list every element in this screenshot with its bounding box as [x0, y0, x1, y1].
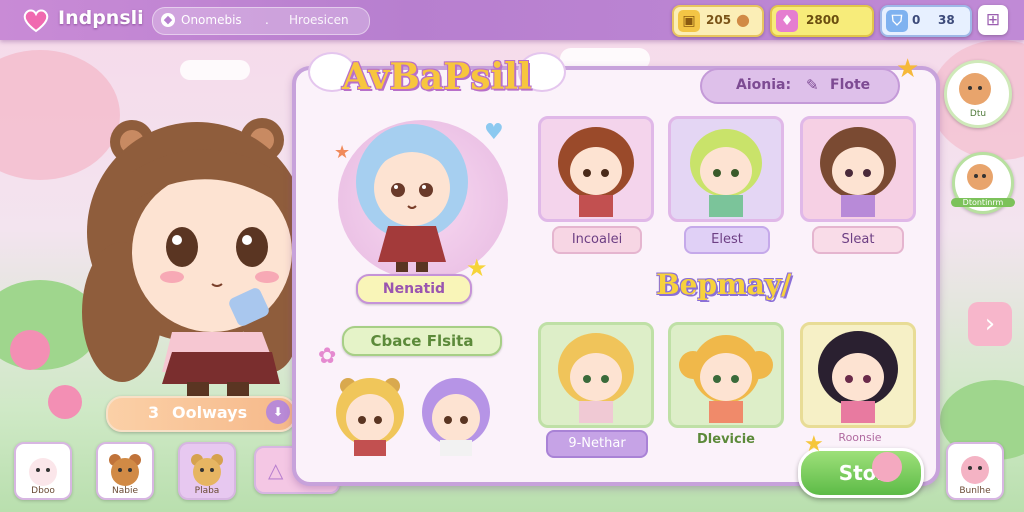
star-icon: ★: [804, 432, 824, 457]
card-label: Sleat: [812, 226, 904, 254]
slot-pig[interactable]: Bunlhe: [946, 442, 1004, 500]
star-icon: ★: [466, 254, 488, 282]
coin-box-icon: ▣: [678, 10, 700, 32]
character-portrait: [679, 335, 773, 423]
character-card-dark[interactable]: [800, 322, 916, 428]
gem-value: 2800: [806, 13, 840, 27]
search-text: Onomebis: [181, 13, 242, 27]
energy-counter[interactable]: ⛉ 0 38: [880, 5, 972, 37]
card-label: Roonsie: [838, 431, 882, 444]
friends-label: Dtontinrm: [951, 198, 1015, 207]
slot-bear-purple[interactable]: Plaba: [178, 442, 236, 500]
character-portrait: [690, 129, 762, 217]
panel-title: AvBaPsill: [342, 56, 532, 98]
always-button[interactable]: 3 Oolways ⬇: [106, 396, 296, 432]
slot-label: Dboo: [31, 486, 55, 496]
star-icon: ★: [334, 142, 351, 163]
shield-icon: ⛉: [886, 10, 908, 32]
profile-label: Dtu: [969, 109, 987, 119]
profile-button[interactable]: Dtu: [944, 60, 1012, 128]
character-card-brown[interactable]: [538, 116, 654, 222]
bg-flower: [10, 330, 50, 370]
slot-label: Nabie: [112, 486, 138, 496]
always-label: Oolways: [172, 403, 248, 422]
main-character: [82, 118, 298, 400]
always-index: 3: [148, 403, 160, 422]
slot-bear[interactable]: Nabie: [96, 442, 154, 500]
character-card-yellow[interactable]: [538, 322, 654, 428]
coin-value: 205: [706, 13, 732, 27]
tab-aionia[interactable]: Aionia:: [736, 77, 791, 93]
pig-icon: [872, 452, 902, 482]
character-portrait: [558, 333, 634, 423]
triangle-icon: △: [268, 458, 284, 482]
friends-button[interactable]: Dtontinrm: [951, 152, 1015, 214]
download-icon: ⬇: [266, 400, 290, 424]
search-separator: .: [265, 13, 269, 27]
featured-character[interactable]: [352, 122, 472, 272]
bg-cloud: [180, 60, 250, 80]
card-label: Incoalei: [552, 226, 642, 254]
search-bar[interactable]: ◆ Onomebis . Hroesicen: [152, 7, 370, 35]
settings-button[interactable]: ⊞: [978, 5, 1008, 35]
character-portrait: [558, 127, 634, 217]
grid-icon: ⊞: [985, 10, 1001, 30]
heart-icon: ♥: [484, 120, 504, 145]
bear-icon: ●: [736, 10, 750, 29]
energy-value: 0: [912, 13, 921, 27]
card-label: Dlevicie: [697, 432, 755, 447]
character-card-green[interactable]: [668, 116, 784, 222]
character-card-pigtails[interactable]: [668, 322, 784, 428]
heart-logo-icon: [23, 9, 49, 33]
character-purple-chibi[interactable]: [416, 376, 496, 456]
flower-icon: ✿: [318, 344, 337, 369]
slot-label: Plaba: [194, 486, 220, 496]
choose-label: Cbace Flsita: [342, 326, 502, 356]
slot-label: Bunlhe: [959, 486, 991, 496]
tab-bar: Aionia: ✎ Flote: [700, 68, 900, 104]
slot-bunny[interactable]: Dboo: [14, 442, 72, 500]
character-blonde-chibi[interactable]: [330, 376, 410, 456]
search-hint: Hroesicen: [289, 13, 349, 27]
character-portrait: [820, 127, 896, 217]
card-label: Elest: [684, 226, 770, 254]
energy-max: 38: [938, 13, 955, 27]
gem-icon: ◆: [161, 13, 175, 27]
character-card-brunette[interactable]: [800, 116, 916, 222]
pencil-icon: ✎: [806, 76, 819, 94]
coin-counter[interactable]: ▣ 205 ●: [672, 5, 764, 37]
display-label: Bepmay/: [656, 268, 792, 301]
star-icon: ★: [896, 54, 920, 84]
gem-bag-icon: ♦: [776, 10, 798, 32]
card-label: 9-Nethar: [546, 430, 648, 458]
tab-flote[interactable]: Flote: [830, 77, 870, 93]
featured-name: Nenatid: [356, 274, 472, 304]
app-title: Indpnsli: [58, 7, 144, 29]
next-arrow-icon[interactable]: ›: [968, 302, 1012, 346]
character-portrait: [818, 331, 898, 423]
top-bar: Indpnsli ◆ Onomebis . Hroesicen ▣ 205 ● …: [0, 0, 1024, 40]
gem-counter[interactable]: ♦ 2800: [770, 5, 874, 37]
